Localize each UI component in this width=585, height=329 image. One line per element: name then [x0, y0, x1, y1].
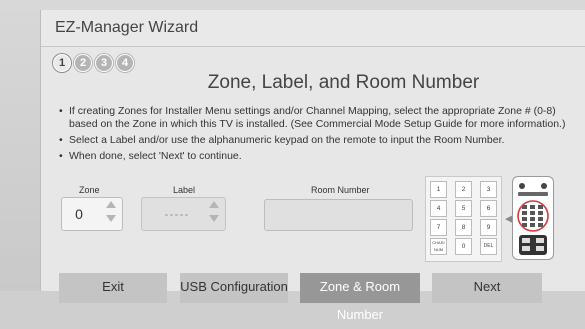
zone-arrows[interactable]	[106, 201, 116, 225]
key-5: 5	[455, 200, 472, 217]
step-2: 2	[74, 54, 92, 72]
key-7: 7	[430, 219, 447, 236]
exit-button[interactable]: Exit	[59, 273, 167, 303]
step-1: 1	[53, 54, 71, 72]
label-value: -----	[164, 207, 190, 221]
title-bar: EZ-Manager Wizard	[41, 10, 585, 47]
arrow-up-icon[interactable]	[106, 201, 116, 208]
window-title: EZ-Manager Wizard	[55, 19, 199, 36]
key-9: 9	[480, 219, 497, 236]
room-number-input[interactable]	[264, 199, 413, 231]
key-3: 3	[480, 181, 497, 198]
arrow-down-icon[interactable]	[209, 215, 219, 222]
key-2: 2	[455, 181, 472, 198]
wizard-panel: EZ-Manager Wizard 1 2 3 4 Zone, Label, a…	[40, 10, 585, 322]
page-heading-text: Zone, Label, and Room Number	[207, 72, 480, 93]
remote-drawing	[517, 183, 549, 255]
instruction-item: When done, select 'Next' to continue.	[59, 150, 579, 163]
label-select[interactable]: -----	[141, 197, 226, 231]
usb-configuration-button[interactable]: USB Configuration	[180, 273, 288, 303]
key-8: 8	[455, 219, 472, 236]
remote-control-icon	[512, 176, 554, 260]
key-char-num: CHAR/ NUM	[430, 238, 447, 255]
arrow-up-icon[interactable]	[209, 201, 219, 208]
next-button[interactable]: Next	[432, 273, 542, 303]
instruction-item: Select a Label and/or use the alphanumer…	[59, 134, 579, 147]
key-0: 0	[455, 238, 472, 255]
remote-keypad-illustration: 1 2 3 4 5 6 7 8 9 CHAR/ NUM 0 DEL	[425, 176, 502, 262]
step-4: 4	[116, 54, 134, 72]
instruction-list: If creating Zones for Installer Menu set…	[59, 105, 579, 166]
key-1: 1	[430, 181, 447, 198]
instruction-item: If creating Zones for Installer Menu set…	[59, 105, 579, 131]
key-4: 4	[430, 200, 447, 217]
key-6: 6	[480, 200, 497, 217]
zone-label: Zone	[79, 185, 100, 195]
step-indicator: 1 2 3 4	[53, 54, 134, 74]
page-heading: Zone, Label, and Room Number	[41, 72, 585, 94]
screen: EZ-Manager Wizard 1 2 3 4 Zone, Label, a…	[0, 0, 585, 322]
room-number-label: Room Number	[311, 185, 370, 195]
label-label: Label	[173, 185, 196, 195]
arrow-down-icon[interactable]	[106, 215, 116, 222]
label-arrows[interactable]	[209, 201, 219, 225]
step-3: 3	[95, 54, 113, 72]
zone-room-number-button[interactable]: Zone & Room Number	[300, 273, 420, 322]
zone-spinner[interactable]: 0	[61, 197, 123, 231]
key-del: DEL	[480, 238, 497, 255]
zone-value: 0	[75, 206, 83, 222]
